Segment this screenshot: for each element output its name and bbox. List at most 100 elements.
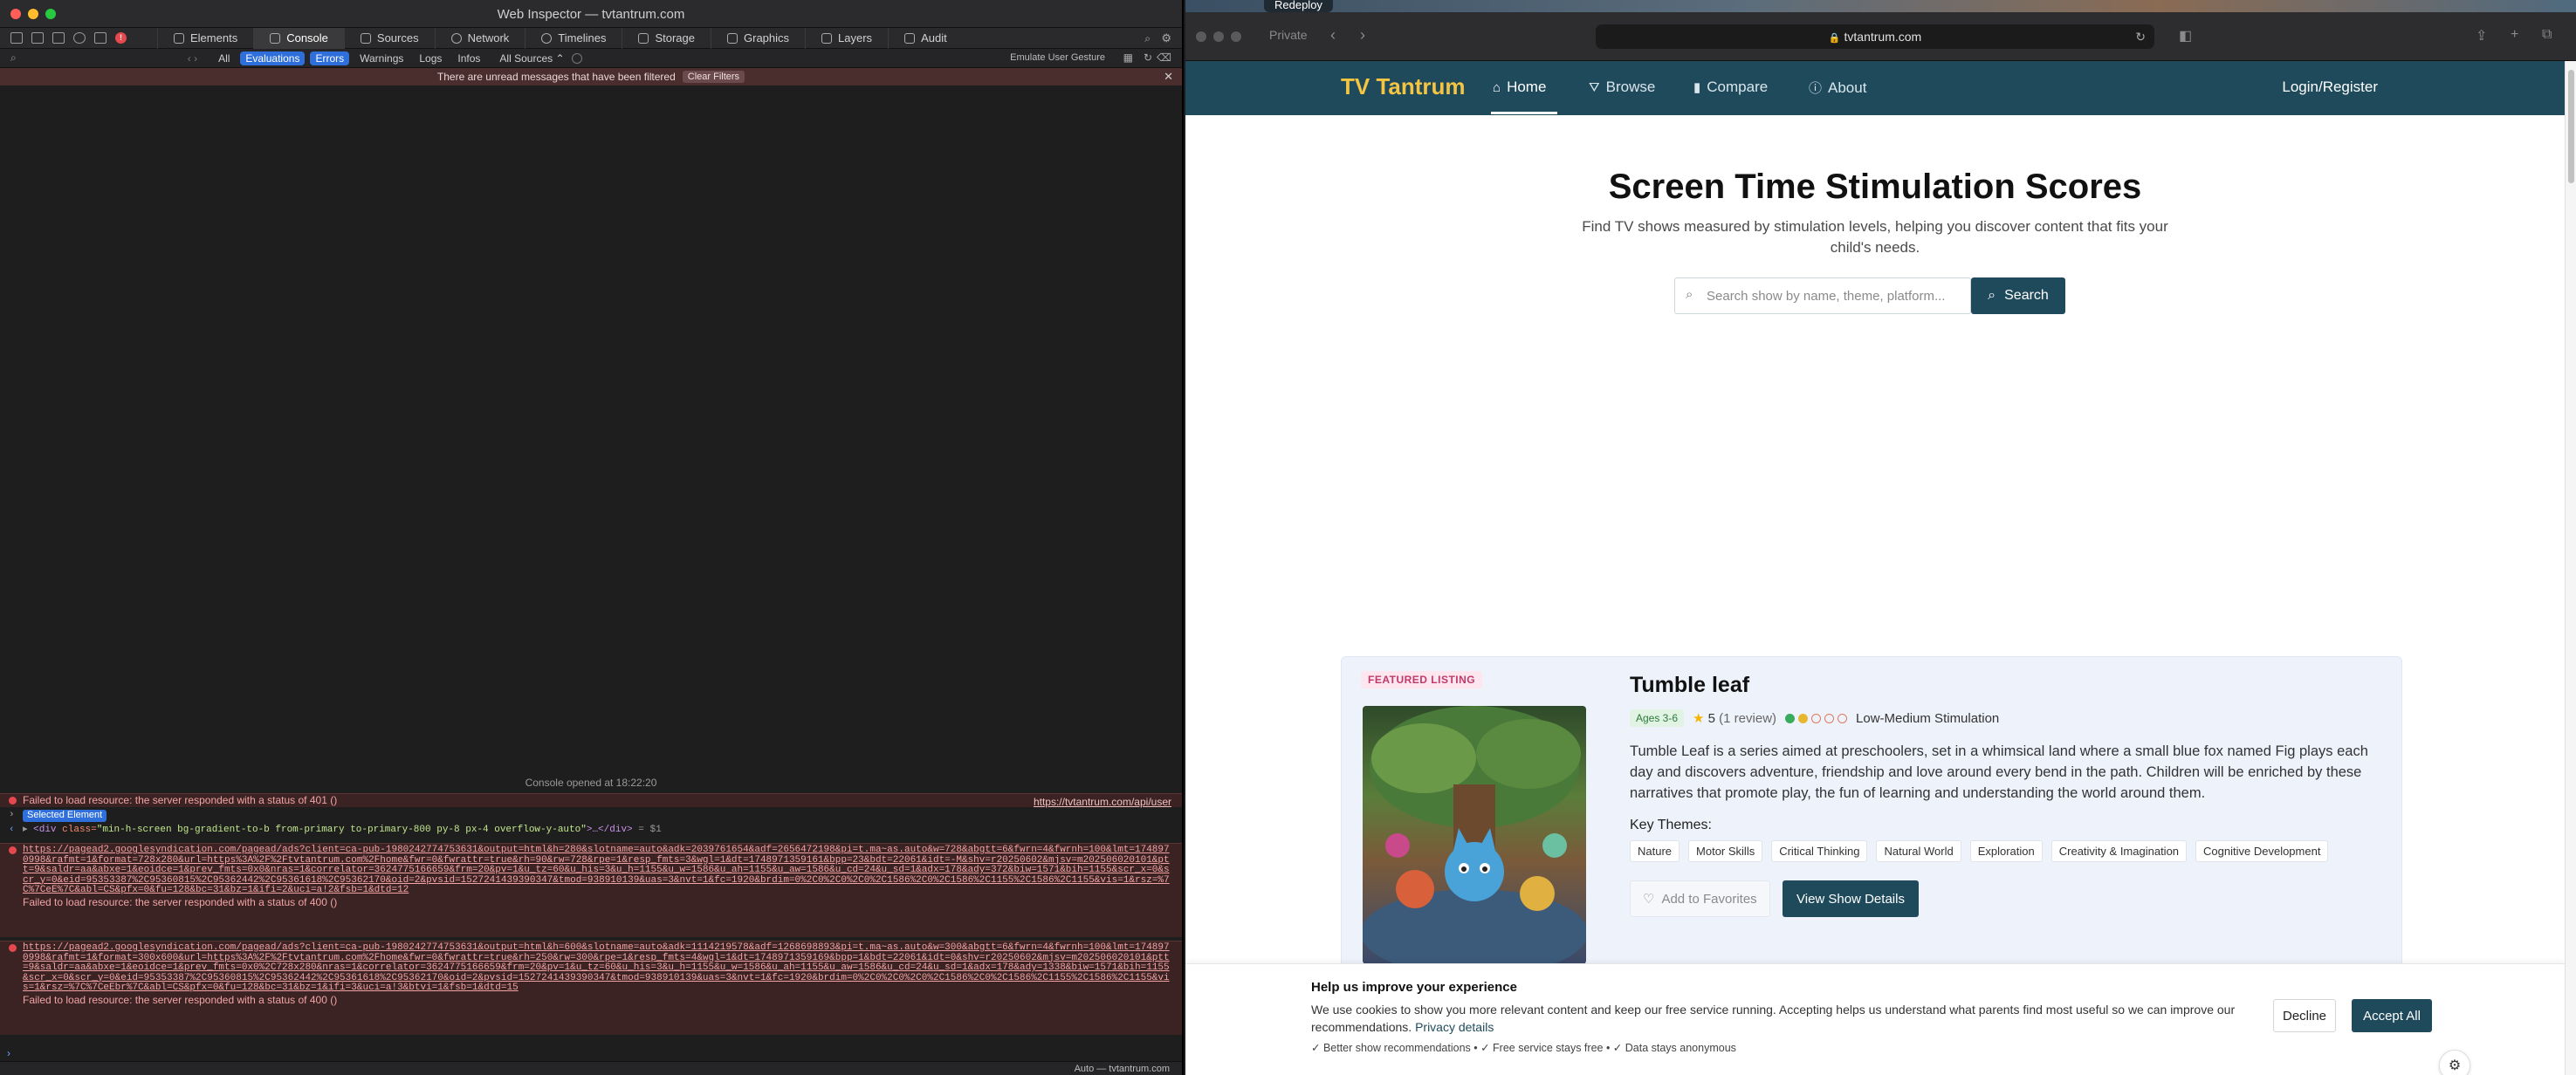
sources-select[interactable]: All Sources ⌃ bbox=[499, 52, 564, 65]
nav-label: Browse bbox=[1605, 79, 1656, 95]
log-entry-ad-300[interactable]: https://pagead2.googlesyndication.com/pa… bbox=[0, 941, 1182, 1035]
theme-tag[interactable]: Natural World bbox=[1876, 840, 1961, 862]
clear-filters-button[interactable]: Clear Filters bbox=[682, 71, 745, 83]
search-field[interactable]: ⌕ bbox=[1674, 277, 1971, 314]
tab-elements[interactable]: Elements bbox=[157, 27, 253, 49]
filter-icon: ⛛ bbox=[1589, 79, 1600, 95]
tab-sources[interactable]: Sources bbox=[343, 27, 435, 49]
filter-icon[interactable]: ⌕ bbox=[10, 51, 17, 65]
filter-logs[interactable]: Logs bbox=[414, 51, 447, 65]
active-nav-underline bbox=[1491, 112, 1557, 114]
privacy-details-link[interactable]: Privacy details bbox=[1415, 1020, 1494, 1034]
dock-right-icon[interactable] bbox=[52, 32, 65, 44]
theme-tag[interactable]: Exploration bbox=[1969, 840, 2043, 862]
close-window-button[interactable] bbox=[1196, 31, 1206, 42]
new-tab-icon[interactable]: + bbox=[2511, 27, 2518, 43]
error-count-icon[interactable]: ! bbox=[115, 32, 127, 44]
selected-element-dom[interactable]: ‹ ▸ <div class="min-h-screen bg-gradient… bbox=[0, 825, 1182, 839]
background-tab[interactable]: Redeploy bbox=[1264, 0, 1333, 12]
show-poster-image[interactable] bbox=[1363, 706, 1586, 964]
site-navbar: TV Tantrum ⌂ Home ⛛ Browse ▮ Compare ⓘ About… bbox=[1185, 61, 2565, 115]
trash-icon[interactable]: ⌫ bbox=[1157, 51, 1171, 64]
show-title[interactable]: Tumble leaf bbox=[1630, 673, 1749, 698]
graphics-icon bbox=[727, 32, 738, 44]
filter-evaluations[interactable]: Evaluations bbox=[240, 51, 306, 65]
filter-warnings[interactable]: Warnings bbox=[354, 51, 409, 65]
tab-graphics[interactable]: Graphics bbox=[711, 27, 805, 49]
featured-label: FEATURED LISTING bbox=[1361, 671, 1483, 688]
history-nav-arrows[interactable]: ‹ › bbox=[188, 52, 197, 65]
search-icon[interactable]: ⌕ bbox=[1144, 32, 1151, 45]
address-bar[interactable]: 🔒 tvtantrum.com ↻ bbox=[1596, 24, 2154, 49]
dock-bottom-icon[interactable] bbox=[31, 32, 44, 44]
console-settings-icon[interactable]: ▦ bbox=[1123, 51, 1133, 64]
view-show-details-button[interactable]: View Show Details bbox=[1783, 880, 1919, 917]
layers-icon bbox=[821, 32, 833, 44]
dock-left-icon[interactable] bbox=[10, 32, 23, 44]
zoom-window-button[interactable] bbox=[1231, 31, 1241, 42]
element-picker-icon[interactable] bbox=[73, 32, 86, 44]
filter-infos[interactable]: Infos bbox=[452, 51, 485, 65]
theme-tag[interactable]: Motor Skills bbox=[1688, 840, 1763, 862]
nav-browse[interactable]: ⛛ Browse bbox=[1589, 79, 1655, 96]
disclosure-triangle-icon[interactable]: ▸ bbox=[23, 825, 33, 835]
console-prompt[interactable]: › bbox=[0, 1047, 1182, 1061]
page-scrollbar[interactable] bbox=[2565, 61, 2576, 1075]
filter-errors[interactable]: Errors bbox=[310, 51, 350, 65]
login-register-link[interactable]: Login/Register bbox=[2282, 79, 2378, 96]
heart-icon: ♡ bbox=[1643, 892, 1655, 907]
nav-home[interactable]: ⌂ Home bbox=[1493, 79, 1546, 96]
theme-tag[interactable]: Creativity & Imagination bbox=[2050, 840, 2188, 862]
forward-arrow-icon[interactable]: › bbox=[1360, 26, 1365, 45]
theme-tag[interactable]: Critical Thinking bbox=[1771, 840, 1868, 862]
log-url-link[interactable]: https://pagead2.googlesyndication.com/pa… bbox=[23, 942, 1171, 994]
search-input[interactable] bbox=[1707, 278, 1968, 313]
theme-tag[interactable]: Nature bbox=[1630, 840, 1680, 862]
minimize-window-button[interactable] bbox=[1213, 31, 1224, 42]
notice-text: There are unread messages that have been… bbox=[436, 71, 676, 83]
log-entry-401[interactable]: Failed to load resource: the server resp… bbox=[0, 793, 1182, 807]
share-icon[interactable]: ⇪ bbox=[2476, 27, 2487, 45]
reload-icon[interactable]: ↻ bbox=[1144, 51, 1152, 64]
tab-storage[interactable]: Storage bbox=[622, 27, 711, 49]
search-button[interactable]: ⌕ Search bbox=[1971, 277, 2065, 314]
filter-all[interactable]: All bbox=[213, 51, 235, 65]
tab-audit[interactable]: Audit bbox=[888, 27, 963, 49]
inspector-statusbar: Auto — tvtantrum.com bbox=[0, 1061, 1182, 1075]
settings-gear-icon[interactable]: ⚙ bbox=[1161, 31, 1171, 45]
clear-circle-icon[interactable] bbox=[571, 52, 582, 64]
filtered-messages-notice: There are unread messages that have been… bbox=[0, 68, 1182, 86]
cookie-settings-icon[interactable]: ⚙ bbox=[2439, 1050, 2470, 1075]
decline-button[interactable]: Decline bbox=[2273, 999, 2336, 1032]
emulate-user-gesture-checkbox[interactable]: Emulate User Gesture bbox=[1010, 52, 1105, 63]
scrollbar-thumb[interactable] bbox=[2568, 70, 2574, 183]
tab-network[interactable]: Network bbox=[434, 27, 526, 49]
shield-icon[interactable]: ◧ bbox=[2179, 27, 2192, 45]
close-icon[interactable]: ✕ bbox=[1164, 70, 1173, 84]
log-url-link[interactable]: https://pagead2.googlesyndication.com/pa… bbox=[23, 845, 1171, 896]
theme-tag[interactable]: Cognitive Development bbox=[2195, 840, 2329, 862]
storage-icon bbox=[638, 32, 649, 44]
back-arrow-icon[interactable]: ‹ bbox=[1330, 26, 1336, 45]
add-to-favorites-button[interactable]: ♡ Add to Favorites bbox=[1630, 880, 1770, 917]
dom-attr-value: "min-h-screen bg-gradient-to-b from-prim… bbox=[96, 825, 587, 835]
reload-icon[interactable]: ↻ bbox=[2135, 24, 2146, 49]
log-entry-ad-728[interactable]: https://pagead2.googlesyndication.com/pa… bbox=[0, 843, 1182, 937]
log-source-link[interactable]: https://tvtantrum.com/api/user bbox=[1034, 797, 1171, 808]
tab-timelines[interactable]: Timelines bbox=[525, 27, 622, 49]
tab-console[interactable]: Console bbox=[253, 27, 344, 49]
accept-all-button[interactable]: Accept All bbox=[2352, 999, 2432, 1032]
tab-overview-icon[interactable]: ⧉ bbox=[2542, 27, 2552, 43]
expand-chevron-icon[interactable]: › bbox=[9, 810, 15, 821]
error-icon bbox=[9, 846, 17, 854]
nav-compare[interactable]: ▮ Compare bbox=[1693, 79, 1768, 96]
star-icon: ★ bbox=[1693, 711, 1705, 726]
error-icon bbox=[9, 797, 17, 805]
cookie-benefits: ✓ Better show recommendations • ✓ Free s… bbox=[1311, 1042, 1736, 1054]
tab-label: Elements bbox=[190, 31, 238, 45]
nav-about[interactable]: ⓘ About bbox=[1809, 79, 1866, 97]
timelines-icon bbox=[541, 32, 553, 44]
device-icon[interactable] bbox=[94, 32, 106, 44]
site-logo[interactable]: TV Tantrum bbox=[1341, 73, 1466, 100]
tab-layers[interactable]: Layers bbox=[805, 27, 888, 49]
